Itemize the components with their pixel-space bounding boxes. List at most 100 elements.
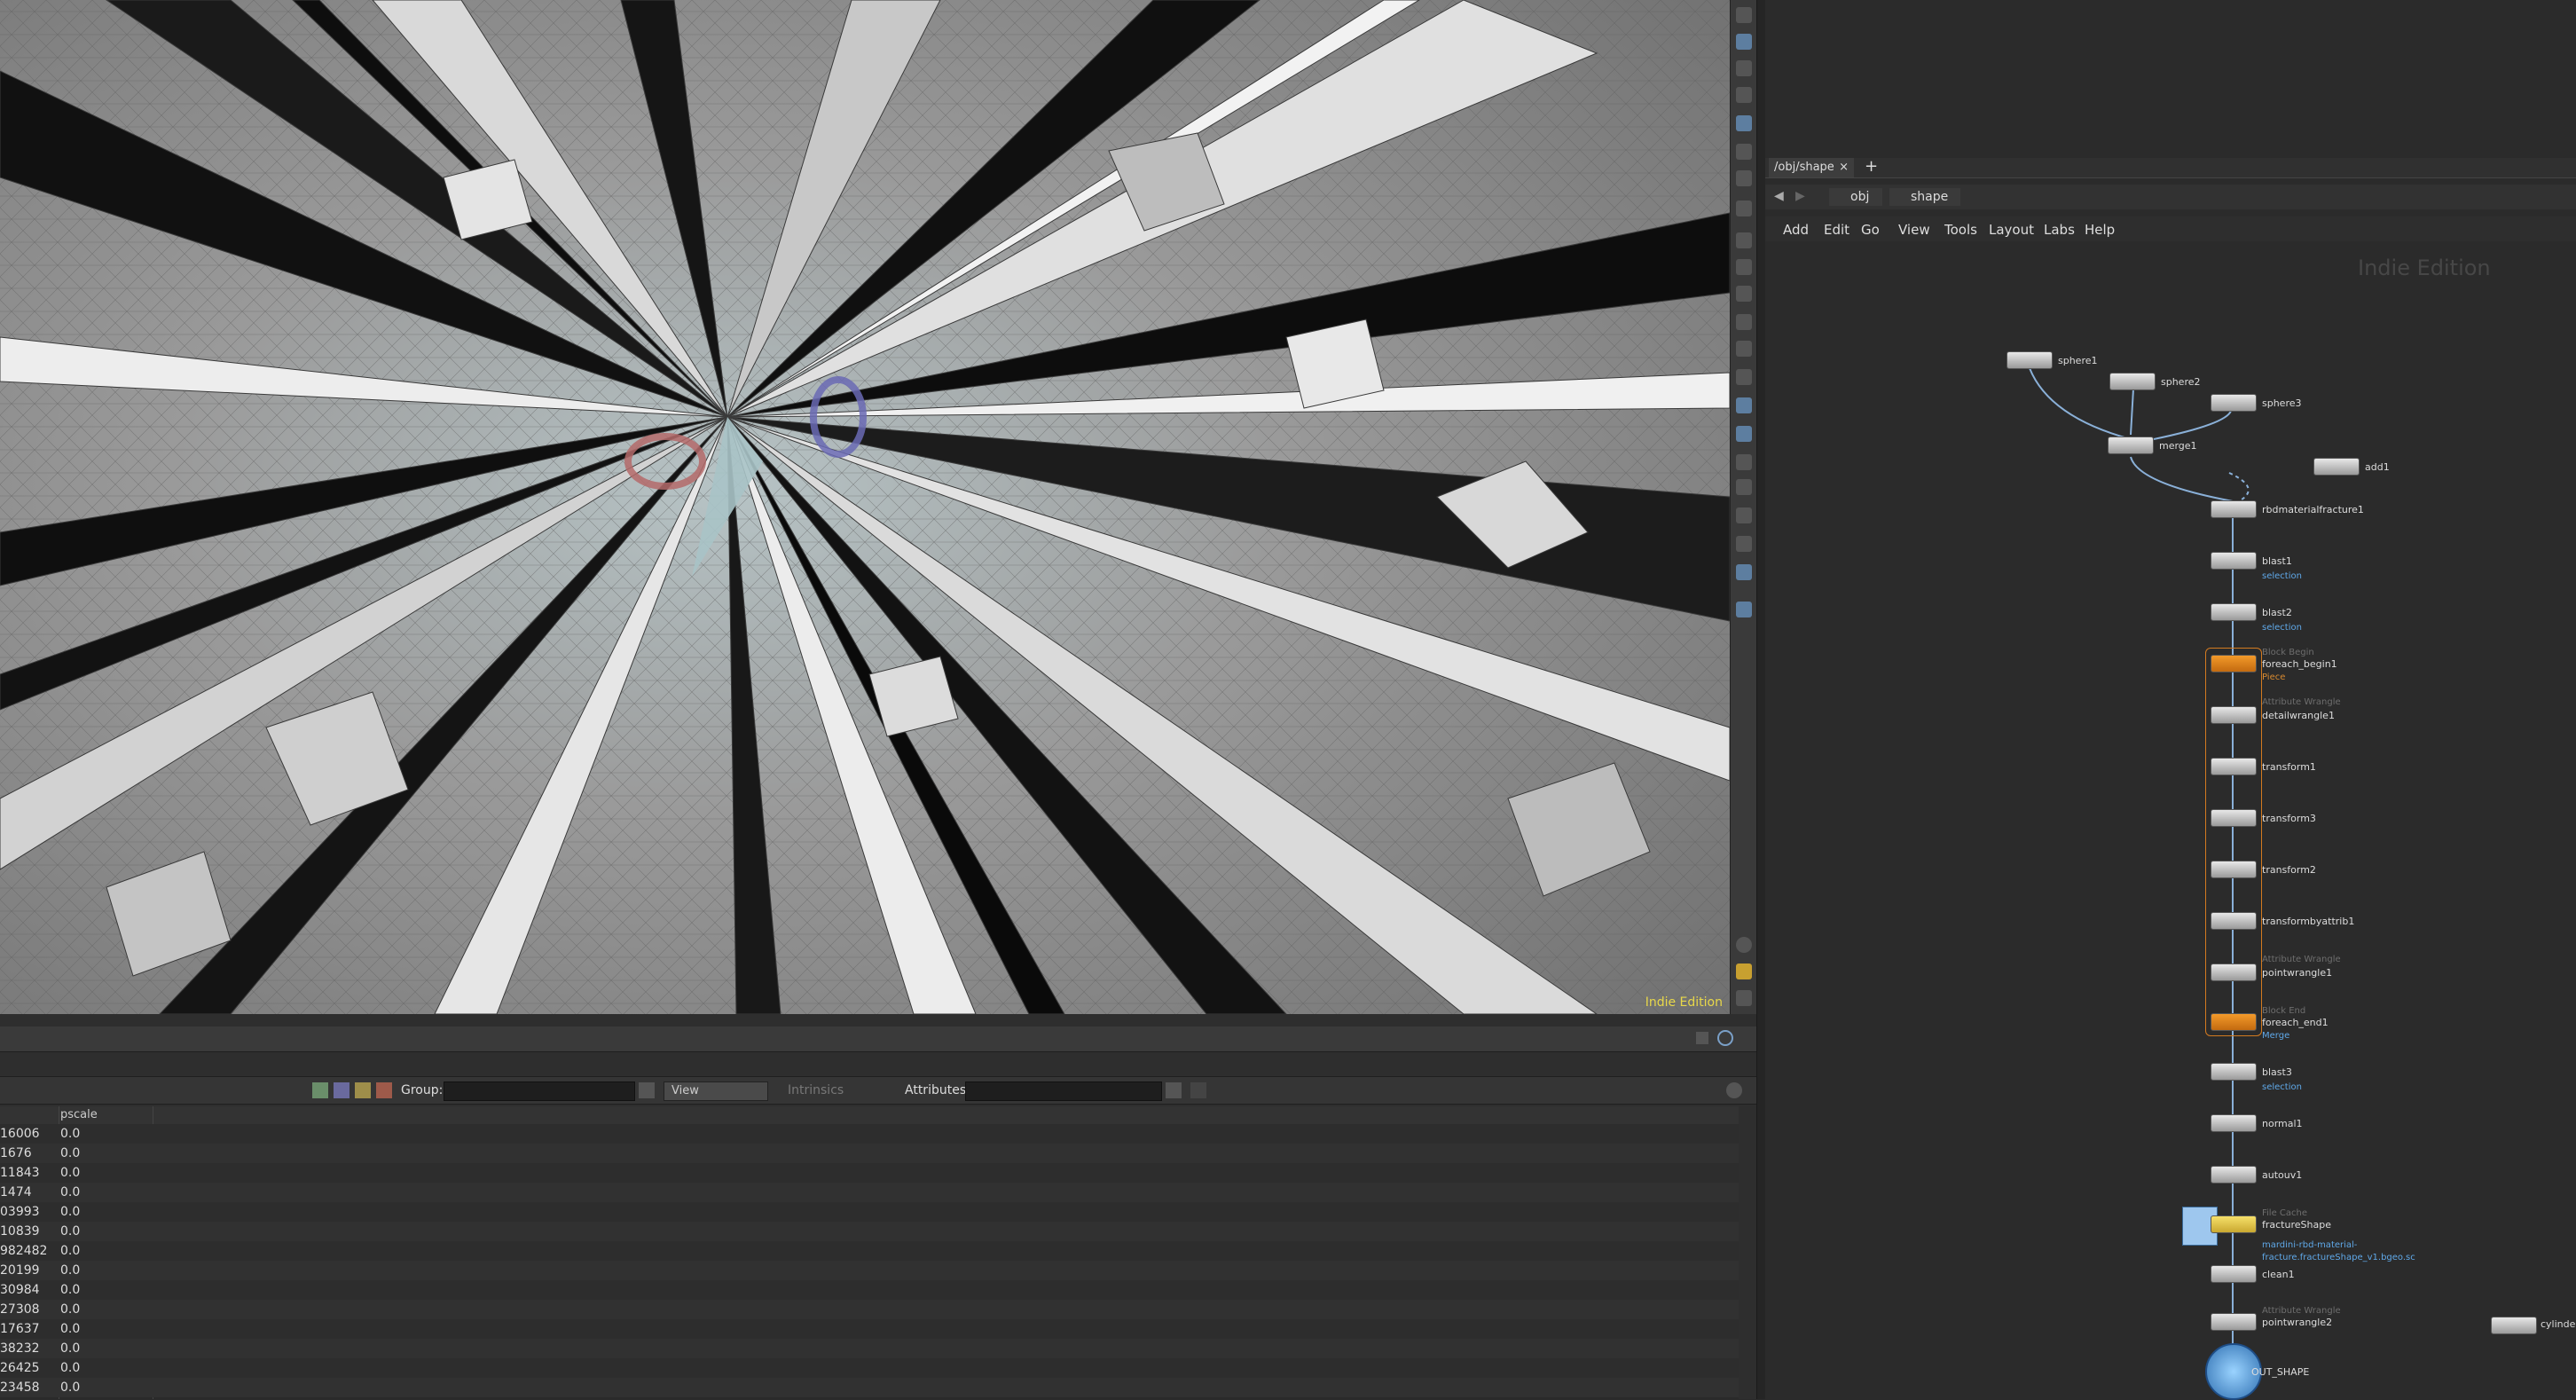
- camera-icon[interactable]: [1736, 115, 1752, 131]
- attribute-filter-icon[interactable]: [1166, 1082, 1182, 1098]
- node-label: normal1: [2262, 1118, 2303, 1129]
- link-icon[interactable]: [1717, 1030, 1733, 1046]
- number-icon[interactable]: [1736, 286, 1752, 302]
- table-row[interactable]: 16006 0.0: [0, 1124, 1739, 1144]
- node-blast3[interactable]: [2211, 1063, 2257, 1081]
- node-label: sphere1: [2058, 355, 2098, 366]
- brush-icon[interactable]: [1736, 341, 1752, 357]
- node-label: fractureShape: [2262, 1219, 2331, 1231]
- table-row[interactable]: 1474 0.0: [0, 1183, 1739, 1202]
- node-wires: [2029, 367, 2250, 1384]
- primitives-mode-icon[interactable]: [355, 1082, 371, 1098]
- texture-icon[interactable]: [1736, 479, 1752, 495]
- pscale-cell: 0.0: [60, 1146, 81, 1160]
- node-transformbyattrib1[interactable]: [2211, 912, 2257, 930]
- node-transform1[interactable]: [2211, 758, 2257, 775]
- node-rbdmaterialfracture1[interactable]: [2211, 500, 2257, 518]
- node-autouv1[interactable]: [2211, 1166, 2257, 1184]
- node-sphere1[interactable]: [2007, 351, 2053, 369]
- node-sphere2[interactable]: [2109, 373, 2156, 390]
- node-label: transformbyattrib1: [2262, 916, 2355, 927]
- node-fractureShape[interactable]: [2211, 1215, 2257, 1233]
- node-foreach-begin1[interactable]: [2211, 655, 2257, 672]
- node-detailwrangle1[interactable]: [2211, 706, 2257, 724]
- node-transform2[interactable]: [2211, 861, 2257, 878]
- table-row[interactable]: 1676 0.0: [0, 1144, 1739, 1163]
- table-row[interactable]: 23458 0.0: [0, 1378, 1739, 1397]
- node-sphere3[interactable]: [2211, 394, 2257, 412]
- group-field[interactable]: [444, 1081, 635, 1101]
- table-row[interactable]: 982482 0.0: [0, 1241, 1739, 1261]
- grid-toggle-icon[interactable]: [1736, 426, 1752, 442]
- node-type-label: Block End: [2262, 1006, 2306, 1016]
- layout-icon[interactable]: [1736, 963, 1752, 979]
- node-label: blast3: [2262, 1066, 2292, 1078]
- node-blast2[interactable]: [2211, 603, 2257, 621]
- spotlight-icon[interactable]: [1736, 87, 1752, 103]
- ruler-icon[interactable]: [1736, 369, 1752, 385]
- node-blast1[interactable]: [2211, 552, 2257, 570]
- row-index-cell: 1474: [0, 1185, 32, 1199]
- geometry-spreadsheet-pane: Group: View Intrinsics Attributes: pscal…: [0, 1014, 1756, 1399]
- spreadsheet-path-bar[interactable]: [0, 1026, 1756, 1052]
- column-options-icon[interactable]: [1190, 1082, 1206, 1098]
- scene-viewport[interactable]: Indie Edition: [0, 0, 1730, 1014]
- table-row[interactable]: 10839 0.0: [0, 1222, 1739, 1241]
- node-merge1[interactable]: [2108, 437, 2154, 454]
- node-label: add1: [2365, 461, 2390, 473]
- edge-icon[interactable]: [1736, 232, 1752, 248]
- vertices-mode-icon[interactable]: [334, 1082, 349, 1098]
- column-header-pscale[interactable]: pscale: [60, 1108, 98, 1121]
- axis-icon[interactable]: [1736, 507, 1752, 523]
- table-row[interactable]: 20199 0.0: [0, 1261, 1739, 1280]
- light-icon[interactable]: [1736, 34, 1752, 50]
- detail-mode-icon[interactable]: [376, 1082, 392, 1098]
- points-mode-icon[interactable]: [312, 1082, 328, 1098]
- table-row[interactable]: 03993 0.0: [0, 1202, 1739, 1222]
- pin-icon[interactable]: [1736, 602, 1752, 617]
- diamond-icon[interactable]: [1736, 454, 1752, 470]
- table-row[interactable]: 17637 0.0: [0, 1319, 1739, 1339]
- view-dropdown[interactable]: View: [664, 1081, 768, 1101]
- pencil-icon[interactable]: [1736, 397, 1752, 413]
- pin-icon[interactable]: [1696, 1032, 1708, 1044]
- attribute-table: pscale 16006 0.0 1676 0.0 11843 0.0 1474 0.0 039…: [0, 1106, 1739, 1399]
- display-icon[interactable]: [1736, 564, 1752, 580]
- point-icon[interactable]: [1736, 201, 1752, 216]
- snapshot-icon[interactable]: [1736, 170, 1752, 186]
- node-clean1[interactable]: [2211, 1265, 2257, 1283]
- intrinsics-toggle[interactable]: Intrinsics: [788, 1083, 844, 1097]
- filter-icon[interactable]: [639, 1082, 655, 1098]
- pscale-cell: 0.0: [60, 1224, 81, 1239]
- table-row[interactable]: 30984 0.0: [0, 1280, 1739, 1300]
- node-cylinder[interactable]: [2491, 1317, 2537, 1334]
- row-index-cell: 17637: [0, 1322, 40, 1336]
- node-normal1[interactable]: [2211, 1114, 2257, 1132]
- node-transform3[interactable]: [2211, 809, 2257, 827]
- node-sublabel: mardini-rbd-material-: [2262, 1240, 2358, 1250]
- node-foreach-end1[interactable]: [2211, 1013, 2257, 1031]
- box-icon[interactable]: [1736, 536, 1752, 552]
- node-sublabel: fracture.fractureShape_v1.bgeo.sc: [2262, 1253, 2415, 1262]
- paint-icon[interactable]: [1736, 314, 1752, 330]
- node-pointwrangle2[interactable]: [2211, 1313, 2257, 1331]
- node-label: transform3: [2262, 813, 2316, 824]
- sphere-icon[interactable]: [1736, 7, 1752, 23]
- node-add1[interactable]: [2313, 458, 2360, 476]
- attributes-field[interactable]: [965, 1081, 1162, 1101]
- table-row[interactable]: 11843 0.0: [0, 1163, 1739, 1183]
- table-row[interactable]: 26425 0.0: [0, 1358, 1739, 1378]
- node-pointwrangle1[interactable]: [2211, 963, 2257, 981]
- pen-icon[interactable]: [1736, 259, 1752, 275]
- pscale-cell: 0.0: [60, 1302, 81, 1317]
- node-label: autouv1: [2262, 1169, 2303, 1181]
- help-icon[interactable]: [1726, 1082, 1742, 1098]
- spreadsheet-filter-bar: Group: View Intrinsics Attributes:: [0, 1076, 1756, 1105]
- info-icon[interactable]: [1736, 937, 1752, 953]
- camera-snapshot-icon[interactable]: [1736, 990, 1752, 1006]
- camera-view-icon[interactable]: [1736, 144, 1752, 160]
- bulb-icon[interactable]: [1736, 60, 1752, 76]
- table-row[interactable]: 38232 0.0: [0, 1339, 1739, 1358]
- pscale-cell: 0.0: [60, 1185, 81, 1199]
- table-row[interactable]: 27308 0.0: [0, 1300, 1739, 1319]
